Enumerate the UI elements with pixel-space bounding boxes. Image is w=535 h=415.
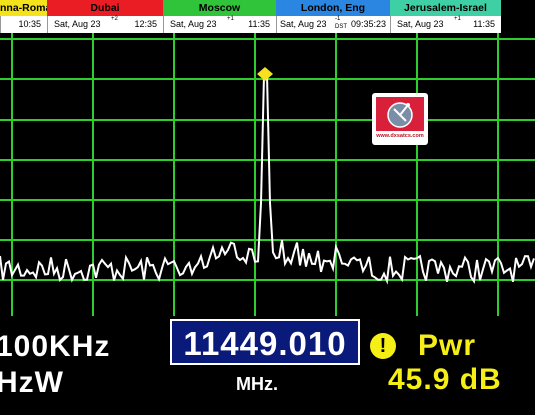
clock-dubai: Dubai Sat, Aug 23 +2 12:35 — [47, 0, 163, 33]
clock-date: Sat, Aug 23 — [280, 19, 327, 29]
readout-panel: 100KHz HzW 11449.010 MHz. ! Pwr 45.9 dB — [0, 316, 535, 415]
clock-date: Sat, Aug 23 — [397, 19, 444, 29]
clock-rome: nna-Roma 10:35 — [0, 0, 47, 33]
clock-time: 09:35:23 — [350, 19, 386, 29]
clock-offset: +2 — [111, 16, 118, 22]
clock-time: 12:35 — [134, 19, 157, 29]
warning-icon: ! — [370, 333, 396, 359]
clock-dst: DST — [335, 24, 347, 30]
spectrum-trace — [0, 74, 535, 285]
clock-time: 11:35 — [248, 19, 270, 29]
power-label: Pwr — [418, 329, 477, 362]
clock-tz-label: London, Eng — [276, 0, 390, 16]
clock-tz-label: nna-Roma — [0, 0, 47, 16]
clock-time: 11:35 — [473, 19, 495, 29]
frequency-unit: MHz. — [236, 374, 278, 394]
clock-date: Sat, Aug 23 — [54, 19, 101, 29]
clock-tz-label: Jerusalem-Israel — [390, 0, 501, 16]
spectrum-display — [0, 33, 535, 316]
clock-tz-label: Moscow — [163, 0, 276, 16]
logo-text: www.dxsatcs.com — [376, 133, 424, 139]
span-label: 100KHz — [0, 330, 111, 363]
clock-row: Sat, Aug 23 -1 DST 09:35:23 — [276, 16, 390, 33]
clock-tz-label: Dubai — [47, 0, 163, 16]
clock-offset: +1 — [454, 16, 461, 22]
clock-row: Sat, Aug 23 +1 11:35 — [390, 16, 501, 33]
clock-jerusalem: Jerusalem-Israel Sat, Aug 23 +1 11:35 — [390, 0, 501, 33]
clock-london: London, Eng Sat, Aug 23 -1 DST 09:35:23 — [276, 0, 390, 33]
power-value: 45.9 dB — [388, 363, 502, 396]
clock-offset: +1 — [227, 16, 234, 22]
clock-time: 10:35 — [18, 19, 41, 29]
clock-row: Sat, Aug 23 +1 11:35 — [163, 16, 276, 33]
world-clock-bar: nna-Roma 10:35 Dubai Sat, Aug 23 +2 12:3… — [0, 0, 535, 33]
clock-row: Sat, Aug 23 +2 12:35 — [47, 16, 163, 33]
clock-moscow: Moscow Sat, Aug 23 +1 11:35 — [163, 0, 276, 33]
dxsatcs-logo: www.dxsatcs.com — [372, 93, 428, 145]
clock-row: 10:35 — [0, 16, 47, 33]
clock-offset: -1 — [335, 16, 341, 22]
frequency-value: 11449.010 — [183, 325, 347, 362]
clock-date: Sat, Aug 23 — [170, 19, 217, 29]
frequency-box: 11449.010 — [170, 319, 360, 365]
rbw-label: HzW — [0, 366, 64, 399]
